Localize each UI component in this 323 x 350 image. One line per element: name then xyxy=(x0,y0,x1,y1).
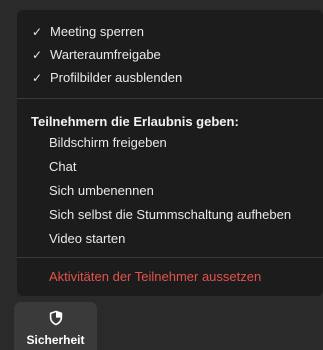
menu-item-label: Video starten xyxy=(49,231,126,246)
menu-item-label: Bildschirm freigeben xyxy=(49,135,167,150)
menu-item-waiting-room[interactable]: ✓ Warteraumfreigabe xyxy=(17,44,323,66)
menu-item-share-screen[interactable]: Bildschirm freigeben xyxy=(17,132,323,154)
shield-icon xyxy=(49,310,63,326)
checkmark-icon: ✓ xyxy=(31,25,43,39)
menu-item-rename-self[interactable]: Sich umbenennen xyxy=(17,180,323,202)
menu-item-start-video[interactable]: Video starten xyxy=(17,228,323,250)
menu-item-unmute-self[interactable]: Sich selbst die Stummschaltung aufheben xyxy=(17,204,323,226)
menu-item-hide-profile-pictures[interactable]: ✓ Profilbilder ausblenden xyxy=(17,67,323,89)
permissions-heading: Teilnehmern die Erlaubnis geben: xyxy=(31,114,239,129)
menu-item-lock-meeting[interactable]: ✓ Meeting sperren xyxy=(17,21,323,43)
menu-divider xyxy=(17,257,323,258)
menu-item-label: Warteraumfreigabe xyxy=(50,47,161,62)
menu-divider xyxy=(17,98,323,99)
checkmark-icon: ✓ xyxy=(31,71,43,85)
menu-item-label: Meeting sperren xyxy=(50,24,144,39)
menu-item-label: Profilbilder ausblenden xyxy=(50,70,183,85)
security-menu: ✓ Meeting sperren ✓ Warteraumfreigabe ✓ … xyxy=(17,10,323,296)
menu-item-label: Chat xyxy=(49,159,77,174)
meeting-window: ✓ Meeting sperren ✓ Warteraumfreigabe ✓ … xyxy=(0,0,323,350)
menu-item-chat[interactable]: Chat xyxy=(17,156,323,178)
menu-item-label: Sich umbenennen xyxy=(49,183,154,198)
menu-item-label: Aktivitäten der Teilnehmer aussetzen xyxy=(49,269,262,284)
security-button-label: Sicherheit xyxy=(26,333,85,347)
checkmark-icon: ✓ xyxy=(31,48,43,62)
menu-item-label: Sich selbst die Stummschaltung aufheben xyxy=(49,207,292,222)
security-button[interactable]: Sicherheit xyxy=(14,302,97,350)
menu-item-suspend-activities[interactable]: Aktivitäten der Teilnehmer aussetzen xyxy=(17,266,323,288)
